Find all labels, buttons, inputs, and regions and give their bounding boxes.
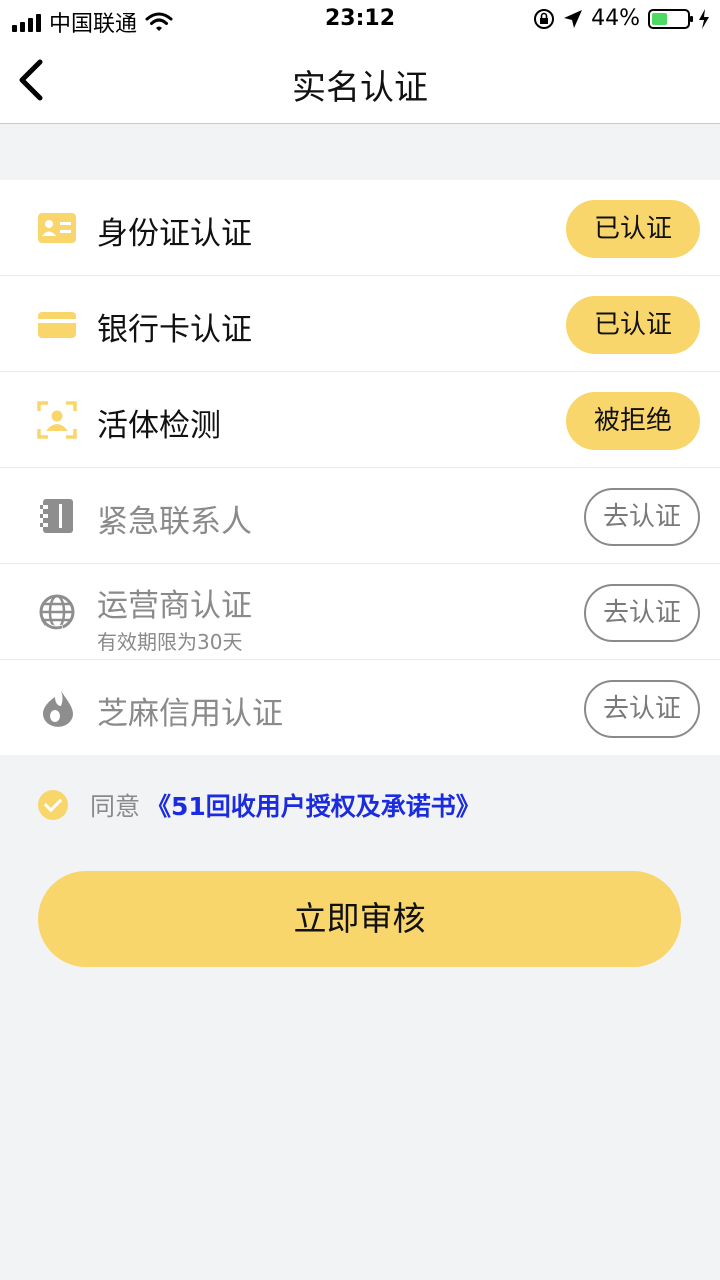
verification-list: 身份证认证 已认证 银行卡认证 已认证 活体检测 被拒绝 紧急联系人 去认证 运… (0, 180, 720, 755)
item-label: 芝麻信用认证 (97, 696, 283, 732)
globe-refresh-icon (39, 594, 75, 632)
item-sublabel: 有效期限为30天 (97, 630, 243, 654)
verify-button[interactable]: 去认证 (584, 680, 700, 738)
charging-bolt-icon (699, 8, 709, 29)
agreement-link[interactable]: 《51回收用户授权及承诺书》 (146, 787, 481, 823)
status-bar-right: 44% (533, 6, 710, 31)
location-arrow-icon (564, 9, 583, 28)
agreement-checkbox[interactable] (38, 790, 68, 820)
page-title: 实名认证 (292, 68, 428, 108)
agreement-prefix: 同意 (90, 792, 141, 821)
list-item-id-card[interactable]: 身份证认证 已认证 (0, 180, 720, 276)
battery-fill (652, 12, 667, 25)
list-item-sesame-credit[interactable]: 芝麻信用认证 去认证 (0, 660, 720, 755)
list-item-bank-card[interactable]: 银行卡认证 已认证 (0, 276, 720, 372)
list-item-emergency-contact[interactable]: 紧急联系人 去认证 (0, 468, 720, 564)
face-scan-icon (37, 401, 77, 439)
nav-bar: 实名认证 (0, 40, 720, 124)
id-card-icon (38, 213, 76, 243)
status-badge-verified[interactable]: 已认证 (566, 296, 700, 354)
submit-review-button[interactable]: 立即审核 (38, 871, 681, 967)
status-badge-verified[interactable]: 已认证 (566, 200, 700, 258)
status-badge-rejected[interactable]: 被拒绝 (566, 392, 700, 450)
list-item-carrier[interactable]: 运营商认证 有效期限为30天 去认证 (0, 564, 720, 660)
item-label: 运营商认证 (97, 588, 252, 624)
rotation-lock-icon (534, 8, 555, 29)
item-label: 紧急联系人 (97, 504, 252, 540)
item-label: 活体检测 (97, 408, 221, 444)
list-item-liveness[interactable]: 活体检测 被拒绝 (0, 372, 720, 468)
verify-button[interactable]: 去认证 (584, 488, 700, 546)
item-label: 银行卡认证 (97, 312, 252, 348)
bank-card-icon (38, 312, 76, 338)
status-bar: 中国联通 23:12 44% (0, 0, 720, 40)
battery-percent: 44% (591, 6, 640, 31)
verify-button[interactable]: 去认证 (584, 584, 700, 642)
battery-icon (648, 8, 693, 29)
sesame-drop-icon (43, 691, 73, 727)
item-label: 身份证认证 (97, 216, 252, 252)
contacts-book-icon (40, 499, 73, 533)
agreement-row: 同意 《51回收用户授权及承诺书》 (38, 788, 481, 822)
